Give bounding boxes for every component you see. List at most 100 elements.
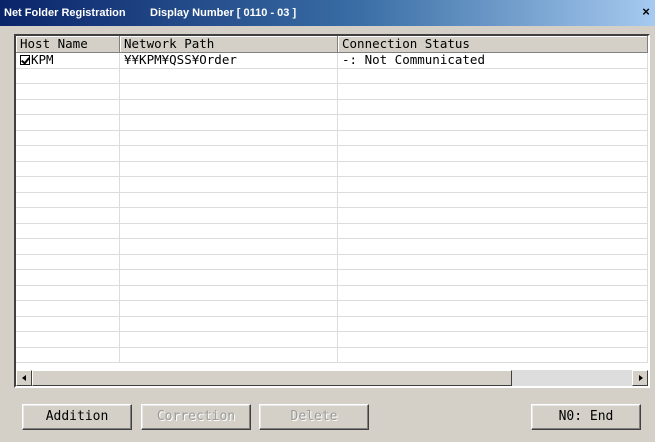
empty-cell (120, 332, 338, 347)
empty-cell (338, 84, 648, 99)
table-row-empty[interactable] (16, 68, 648, 84)
horizontal-scrollbar[interactable] (16, 370, 648, 386)
table-row-empty[interactable] (16, 347, 648, 363)
list-rows: KPM ¥¥KPM¥QSS¥Order -: Not Communicated (16, 53, 648, 368)
network-path-cell: ¥¥KPM¥QSS¥Order (120, 53, 338, 68)
empty-cell (16, 285, 120, 300)
table-row-empty[interactable] (16, 239, 648, 255)
empty-cell (338, 223, 648, 238)
scroll-left-icon[interactable] (16, 370, 32, 386)
empty-cell (338, 161, 648, 176)
empty-cell (338, 115, 648, 130)
empty-cell (16, 208, 120, 223)
host-name-cell: KPM (16, 53, 120, 68)
title-bar: Net Folder Registration Display Number [… (0, 0, 655, 26)
empty-cell (338, 332, 648, 347)
empty-cell (120, 285, 338, 300)
empty-cell (338, 301, 648, 316)
empty-cell (120, 270, 338, 285)
empty-cell (338, 177, 648, 192)
table-row[interactable]: KPM ¥¥KPM¥QSS¥Order -: Not Communicated (16, 53, 648, 69)
empty-cell (16, 332, 120, 347)
empty-cell (120, 115, 338, 130)
empty-cell (338, 316, 648, 331)
table-row-empty[interactable] (16, 99, 648, 115)
empty-cell (120, 192, 338, 207)
empty-cell (120, 99, 338, 114)
empty-cell (338, 239, 648, 254)
empty-cell (16, 177, 120, 192)
empty-cell (16, 239, 120, 254)
empty-cell (120, 146, 338, 161)
window-title: Net Folder Registration (4, 7, 126, 19)
empty-cell (120, 254, 338, 269)
empty-cell (338, 68, 648, 83)
empty-cell (338, 99, 648, 114)
empty-cell (16, 254, 120, 269)
empty-cell (16, 146, 120, 161)
list-header: Host Name Network Path Connection Status (16, 36, 648, 53)
table-row-empty[interactable] (16, 285, 648, 301)
host-name-value: KPM (31, 53, 54, 67)
table-row-empty[interactable] (16, 316, 648, 332)
empty-cell (16, 115, 120, 130)
table-row-empty[interactable] (16, 332, 648, 348)
empty-cell (16, 99, 120, 114)
scroll-track[interactable] (32, 370, 632, 386)
table-row-empty[interactable] (16, 301, 648, 317)
column-header-host-name[interactable]: Host Name (16, 36, 120, 53)
empty-cell (16, 161, 120, 176)
empty-cell (338, 270, 648, 285)
empty-cell (16, 192, 120, 207)
net-folder-list[interactable]: Host Name Network Path Connection Status… (14, 34, 650, 388)
table-row-empty[interactable] (16, 192, 648, 208)
table-row-empty[interactable] (16, 130, 648, 146)
connection-status-cell: -: Not Communicated (338, 53, 648, 68)
empty-cell (120, 316, 338, 331)
empty-cell (16, 301, 120, 316)
empty-cell (120, 68, 338, 83)
empty-cell (16, 223, 120, 238)
table-row-empty[interactable] (16, 115, 648, 131)
empty-cell (120, 177, 338, 192)
column-header-network-path[interactable]: Network Path (120, 36, 338, 53)
empty-cell (338, 285, 648, 300)
checkbox-checked-icon[interactable] (20, 55, 30, 65)
table-row-empty[interactable] (16, 208, 648, 224)
column-header-connection-status[interactable]: Connection Status (338, 36, 648, 53)
empty-cell (338, 347, 648, 362)
empty-cell (120, 208, 338, 223)
table-row-empty[interactable] (16, 254, 648, 270)
delete-button[interactable]: Delete (259, 404, 369, 430)
empty-cell (16, 130, 120, 145)
table-row-empty[interactable] (16, 161, 648, 177)
display-number: Display Number [ 0110 - 03 ] (150, 7, 297, 19)
scroll-thumb[interactable] (32, 370, 512, 386)
empty-cell (338, 130, 648, 145)
empty-cell (120, 347, 338, 362)
table-row-empty[interactable] (16, 84, 648, 100)
table-row-empty[interactable] (16, 223, 648, 239)
empty-cell (338, 208, 648, 223)
empty-cell (16, 68, 120, 83)
empty-cell (16, 347, 120, 362)
table-row-empty[interactable] (16, 177, 648, 193)
empty-cell (16, 270, 120, 285)
table-row-empty[interactable] (16, 146, 648, 162)
correction-button[interactable]: Correction (141, 404, 251, 430)
empty-cell (120, 301, 338, 316)
empty-cell (120, 130, 338, 145)
empty-cell (120, 161, 338, 176)
empty-cell (120, 239, 338, 254)
empty-cell (120, 84, 338, 99)
empty-cell (16, 84, 120, 99)
empty-cell (338, 254, 648, 269)
empty-cell (16, 316, 120, 331)
table-row-empty[interactable] (16, 270, 648, 286)
empty-cell (338, 192, 648, 207)
addition-button[interactable]: Addition (22, 404, 132, 430)
close-icon[interactable]: × (639, 5, 653, 19)
empty-cell (338, 146, 648, 161)
scroll-right-icon[interactable] (632, 370, 648, 386)
end-button[interactable]: N0: End (531, 404, 641, 430)
